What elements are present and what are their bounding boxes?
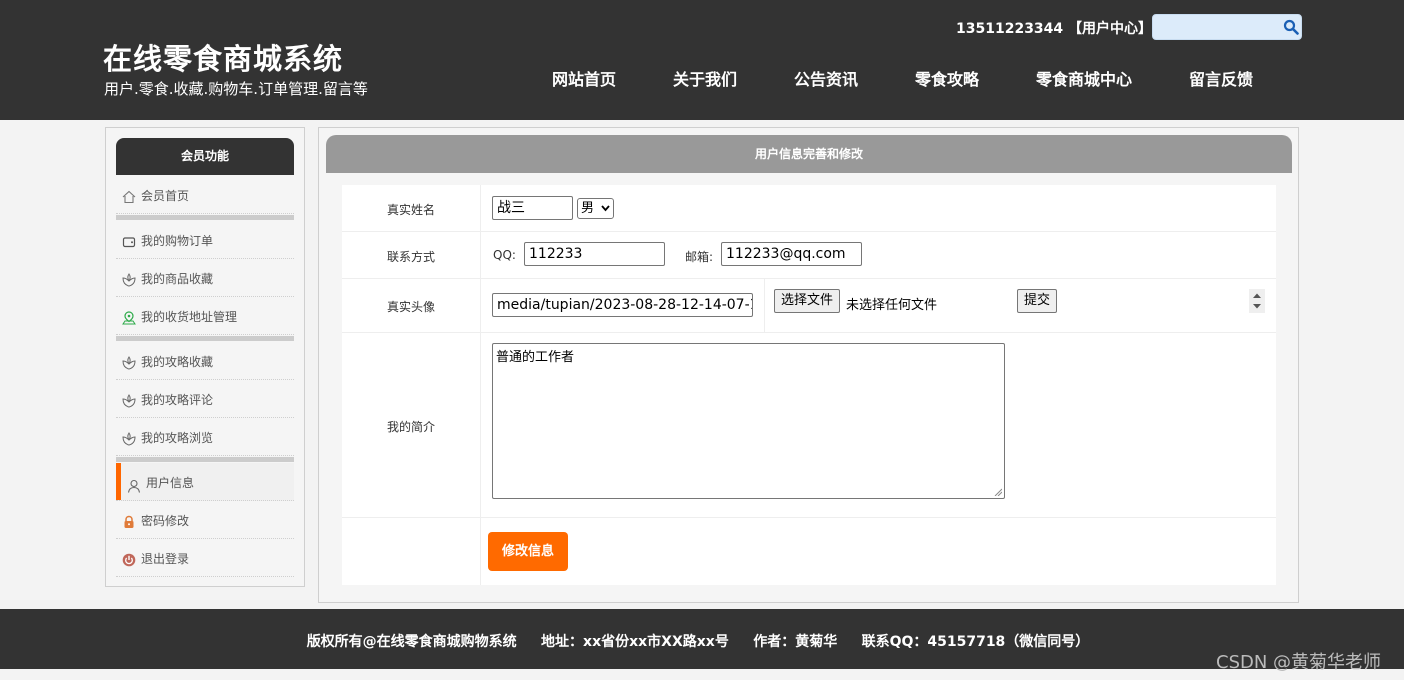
form-row-name: 真实姓名 战三 男 [342,185,1276,232]
flower-icon [122,356,136,370]
search-icon[interactable] [1283,19,1299,35]
top-user-info: 13511223344 【用户中心】 [956,18,1152,38]
label-text: 联系方式 [387,250,436,264]
chevron-down-icon [601,205,610,212]
sidebar-item-orders[interactable]: 我的购物订单 [116,221,294,259]
sidebar-separator [116,457,294,462]
qq-field[interactable]: 112233 [524,242,665,266]
main-panel: 用户信息完善和修改 真实姓名 战三 男 联系方式 QQ: 112233 邮箱: … [318,127,1299,603]
sidebar-item-logout[interactable]: 退出登录 [116,539,294,577]
sidebar-item-label: 我的攻略浏览 [141,431,214,445]
upload-submit-button[interactable]: 提交 [1017,289,1058,313]
email-field[interactable]: 112233@qq.com [721,242,862,266]
site-subtitle: 用户.零食.收藏.购物车.订单管理.留言等 [104,80,368,98]
avatar-path-field[interactable]: media/tupian/2023-08-28-12-14-07-16 [492,293,753,317]
nav-item-guides[interactable]: 零食攻略 [915,66,979,90]
sidebar-item-guide-favorites[interactable]: 我的攻略收藏 [116,342,294,380]
lock-icon [124,515,134,528]
home-icon [122,190,136,204]
gender-select[interactable]: 男 [577,198,614,219]
form-label-contact: 联系方式 [342,232,481,278]
sidebar-item-label: 用户信息 [146,476,195,490]
footer-text: 版权所有@在线零食商城购物系统 地址：xx省份xx市XX路xx号 作者：黄菊华 … [306,634,1090,650]
sidebar-item-label: 我的商品收藏 [141,272,214,286]
map-pin-icon [122,311,136,325]
form-row-contact: 联系方式 QQ: 112233 邮箱: 112233@qq.com [342,232,1276,279]
form-label-avatar: 真实头像 [342,279,481,332]
form-label-name: 真实姓名 [342,185,481,231]
gender-value: 男 [581,201,595,216]
flower-icon [122,273,136,287]
form-row-submit [342,518,1276,585]
number-spinner[interactable] [1249,289,1265,313]
no-file-text: 未选择任何文件 [846,298,938,313]
form-label-empty [342,518,481,585]
site-title: 在线零食商城系统 [103,42,344,76]
sidebar-item-change-password[interactable]: 密码修改 [116,501,294,539]
bio-text: 普通的工作者 [496,350,575,365]
sidebar-item-label: 我的攻略收藏 [141,355,214,369]
site-footer: 版权所有@在线零食商城购物系统 地址：xx省份xx市XX路xx号 作者：黄菊华 … [0,609,1404,669]
choose-file-button[interactable]: 选择文件 [774,289,841,313]
nav-item-news[interactable]: 公告资讯 [794,66,858,90]
bio-textarea[interactable]: 普通的工作者 [492,343,1005,499]
qq-label: QQ: [493,248,516,262]
sidebar-item-product-favorites[interactable]: 我的商品收藏 [116,259,294,297]
sidebar-item-label: 会员首页 [141,189,190,203]
search-input[interactable] [1157,17,1275,37]
user-info-form: 真实姓名 战三 男 联系方式 QQ: 112233 邮箱: 112233@qq.… [342,185,1276,585]
active-indicator [116,463,121,500]
search-box [1152,14,1302,40]
power-icon [122,553,136,567]
sidebar-item-address[interactable]: 我的收货地址管理 [116,297,294,335]
nav-item-about[interactable]: 关于我们 [673,66,737,90]
row-divider [764,279,765,332]
email-label: 邮箱: [685,250,714,264]
form-label-bio: 我的简介 [342,333,481,517]
label-text: 真实姓名 [387,203,436,217]
sidebar-item-guide-history[interactable]: 我的攻略浏览 [116,418,294,456]
sidebar-item-label: 密码修改 [141,514,190,528]
nav-item-home[interactable]: 网站首页 [552,66,616,90]
nav-item-feedback[interactable]: 留言反馈 [1189,66,1253,90]
member-sidebar: 会员功能 会员首页 我的购物订单 我的商品收藏 我的收货地址管理 我的攻略收藏 … [105,127,305,587]
sidebar-item-guide-comments[interactable]: 我的攻略评论 [116,380,294,418]
flower-icon [122,394,136,408]
label-text: 我的简介 [387,420,436,434]
label-text: 真实头像 [387,300,436,314]
resize-grip-icon[interactable] [994,488,1002,496]
watermark: CSDN @黄菊华老师 [1216,652,1382,673]
name-field[interactable]: 战三 [492,196,573,220]
form-row-avatar: 真实头像 media/tupian/2023-08-28-12-14-07-16… [342,279,1276,333]
sidebar-separator [116,215,294,220]
sidebar-item-member-home[interactable]: 会员首页 [116,176,294,214]
sidebar-separator [116,336,294,341]
flower-icon [122,432,136,446]
sidebar-item-label: 退出登录 [141,552,190,566]
site-header: 在线零食商城系统 用户.零食.收藏.购物车.订单管理.留言等 135112233… [0,0,1404,120]
nav-item-shop[interactable]: 零食商城中心 [1036,66,1132,90]
sidebar-item-label: 我的攻略评论 [141,393,214,407]
user-center-link[interactable]: 【用户中心】 [1068,21,1152,37]
modify-info-button[interactable]: 修改信息 [488,532,568,571]
sidebar-title: 会员功能 [116,138,294,175]
wallet-icon [122,237,136,248]
user-icon [127,479,141,493]
sidebar-item-label: 我的收货地址管理 [141,310,238,324]
sidebar-item-label: 我的购物订单 [141,234,214,248]
panel-title: 用户信息完善和修改 [326,135,1292,173]
sidebar-item-user-info[interactable]: 用户信息 [116,463,294,501]
user-phone: 13511223344 [956,21,1064,37]
